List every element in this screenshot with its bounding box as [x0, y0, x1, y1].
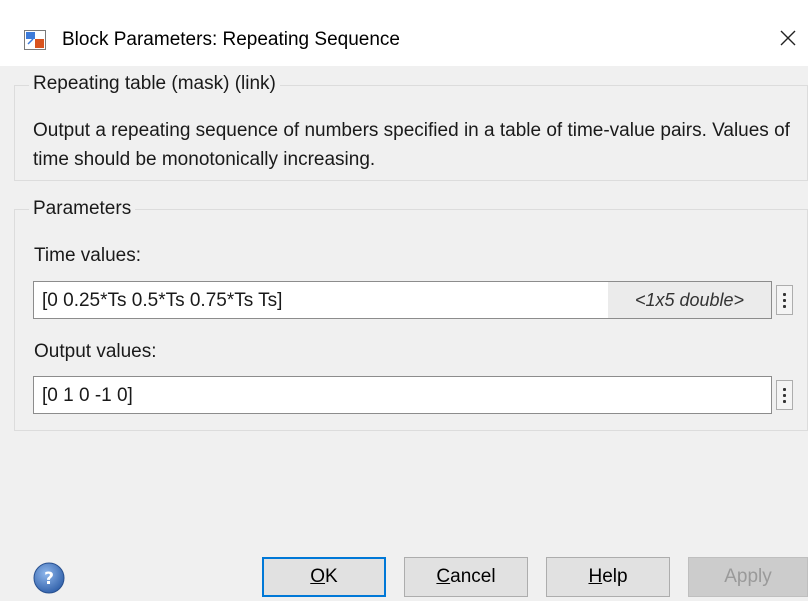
simulink-block-icon	[24, 30, 46, 50]
output-values-input[interactable]: [0 1 0 -1 0]	[33, 376, 772, 414]
output-values-label: Output values:	[34, 341, 157, 362]
svg-text:?: ?	[44, 569, 54, 589]
time-values-more-button[interactable]	[776, 285, 793, 315]
cancel-rest: ancel	[450, 566, 496, 587]
help-button[interactable]: Help	[546, 557, 670, 597]
more-options-icon-dot	[783, 399, 786, 403]
block-parameters-dialog: Block Parameters: Repeating Sequence Rep…	[0, 0, 808, 601]
close-button[interactable]	[768, 18, 808, 58]
ok-button[interactable]: OK	[262, 557, 386, 597]
time-values-label: Time values:	[34, 245, 141, 266]
more-options-icon	[783, 292, 786, 296]
apply-button-label: Apply	[724, 566, 772, 587]
parameters-group-title: Parameters	[29, 198, 136, 220]
help-icon[interactable]: ?	[33, 562, 65, 594]
ok-mnemonic: O	[310, 566, 326, 587]
more-options-icon-dot	[783, 304, 786, 308]
help-button-label: Help	[588, 566, 627, 588]
time-values-text: [0 0.25*Ts 0.5*Ts 0.75*Ts Ts]	[42, 290, 283, 311]
more-options-icon	[783, 387, 786, 391]
cancel-mnemonic: C	[436, 566, 451, 587]
close-icon	[780, 30, 796, 46]
description-group-title: Repeating table (mask) (link)	[29, 73, 280, 95]
title-bar[interactable]: Block Parameters: Repeating Sequence	[0, 0, 808, 66]
cancel-button[interactable]: Cancel	[404, 557, 528, 597]
more-options-icon-dot	[783, 393, 786, 397]
window-title: Block Parameters: Repeating Sequence	[62, 29, 400, 50]
cancel-button-label: Cancel	[436, 566, 495, 588]
output-values-more-button[interactable]	[776, 380, 793, 410]
ok-rest: K	[325, 566, 338, 587]
help-rest: elp	[602, 566, 628, 587]
time-values-type-hint: <1x5 double>	[608, 282, 771, 318]
help-mnemonic: H	[588, 566, 603, 587]
description-text: Output a repeating sequence of numbers s…	[33, 120, 790, 170]
time-values-input[interactable]: [0 0.25*Ts 0.5*Ts 0.75*Ts Ts] <1x5 doubl…	[33, 281, 772, 319]
more-options-icon-dot	[783, 298, 786, 302]
ok-button-label: OK	[310, 566, 337, 588]
output-values-text: [0 1 0 -1 0]	[42, 385, 133, 406]
apply-button[interactable]: Apply	[688, 557, 808, 597]
